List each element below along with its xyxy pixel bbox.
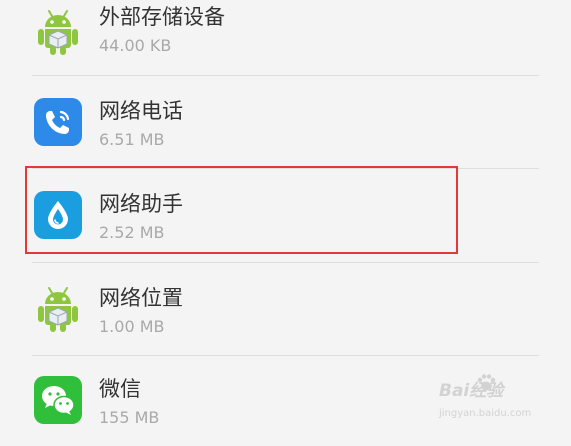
paw-icon bbox=[477, 374, 496, 391]
list-item[interactable]: 外部存储设备 44.00 KB bbox=[0, 0, 571, 76]
app-size: 6.51 MB bbox=[99, 130, 165, 149]
phone-call-icon bbox=[34, 98, 82, 146]
app-size: 44.00 KB bbox=[99, 36, 172, 55]
list-item[interactable]: 网络位置 1.00 MB bbox=[0, 263, 571, 353]
app-size: 155 MB bbox=[99, 408, 160, 427]
android-robot-icon bbox=[34, 285, 82, 333]
list-item[interactable]: 网络电话 6.51 MB bbox=[0, 76, 571, 166]
wechat-icon bbox=[34, 376, 82, 424]
app-size: 1.00 MB bbox=[99, 317, 165, 336]
watermark-url: jingyan.baidu.com bbox=[439, 408, 532, 419]
water-drop-icon bbox=[34, 191, 82, 239]
list-item[interactable]: 网络助手 2.52 MB bbox=[0, 169, 571, 259]
app-name: 网络电话 bbox=[99, 99, 183, 123]
app-name: 微信 bbox=[99, 377, 141, 401]
app-name: 网络位置 bbox=[99, 286, 183, 310]
watermark: Bai经验 jingyan.baidu.com bbox=[439, 368, 549, 430]
android-robot-icon bbox=[34, 8, 82, 56]
app-name: 外部存储设备 bbox=[99, 5, 225, 29]
app-size: 2.52 MB bbox=[99, 223, 165, 242]
app-name: 网络助手 bbox=[99, 192, 183, 216]
